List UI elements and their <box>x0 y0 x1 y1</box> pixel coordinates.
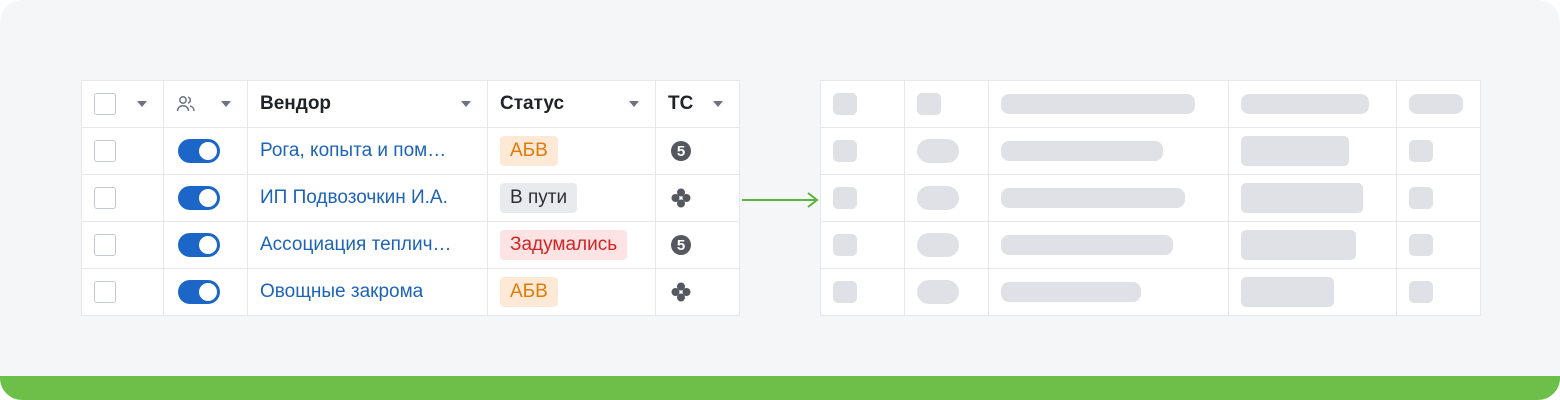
skeleton-header-row <box>820 80 1481 128</box>
vendor-table: Вендор Статус ТС Рога, копыта и пом… АБВ… <box>81 80 740 316</box>
row-toggle[interactable] <box>178 233 220 257</box>
status-badge: АБВ <box>500 277 558 307</box>
skeleton-block <box>917 186 959 210</box>
skeleton-block <box>917 139 959 163</box>
header-users-col <box>163 80 248 128</box>
skeleton-block <box>833 187 857 209</box>
skeleton-block <box>1409 234 1433 256</box>
select-all-checkbox[interactable] <box>94 93 116 115</box>
skeleton-block <box>833 140 857 162</box>
skeleton-block <box>917 280 959 304</box>
header-vendor-label: Вендор <box>260 93 332 114</box>
skeleton-row <box>820 127 1481 175</box>
table-row[interactable]: ИП Подвозочкин И.А. В пути <box>81 174 740 222</box>
skeleton-block <box>833 93 857 115</box>
svg-text:5: 5 <box>677 143 685 160</box>
skeleton-block <box>1409 140 1433 162</box>
header-vendor-col[interactable]: Вендор <box>247 80 488 128</box>
canvas-card: Вендор Статус ТС Рога, копыта и пом… АБВ… <box>0 0 1560 400</box>
status-badge: В пути <box>500 183 578 213</box>
cluster-icon <box>671 188 691 208</box>
row-checkbox[interactable] <box>94 281 116 303</box>
table-header-row: Вендор Статус ТС <box>81 80 740 128</box>
row-toggle[interactable] <box>178 139 220 163</box>
skeleton-block <box>1409 94 1463 114</box>
skeleton-block <box>1001 235 1173 255</box>
skeleton-block <box>1241 230 1356 260</box>
skeleton-block <box>1001 141 1163 161</box>
five-circle-icon: 5 <box>671 141 691 161</box>
vendor-sort-chevron-icon[interactable] <box>461 101 471 107</box>
skeleton-block <box>1001 282 1141 302</box>
vendor-link[interactable]: Овощные закрома <box>260 281 423 303</box>
skeleton-block <box>1001 94 1195 114</box>
skeleton-block <box>917 93 941 115</box>
cluster-icon <box>671 282 691 302</box>
table-row[interactable]: Рога, копыта и пом… АБВ 5 <box>81 127 740 175</box>
row-checkbox[interactable] <box>94 187 116 209</box>
skeleton-row <box>820 174 1481 222</box>
vendor-link[interactable]: ИП Подвозочкин И.А. <box>260 187 448 209</box>
skeleton-block <box>917 233 959 257</box>
skeleton-block <box>1241 277 1334 307</box>
header-status-col[interactable]: Статус <box>487 80 656 128</box>
skeleton-table <box>820 80 1481 316</box>
select-menu-chevron-icon[interactable] <box>137 101 147 107</box>
header-ts-label: ТС <box>668 93 694 114</box>
header-ts-col[interactable]: ТС <box>655 80 740 128</box>
svg-text:5: 5 <box>677 237 685 254</box>
status-badge: Задумались <box>500 230 628 260</box>
skeleton-block <box>1001 188 1185 208</box>
five-circle-icon: 5 <box>671 235 691 255</box>
right-arrow-icon <box>742 192 819 208</box>
status-sort-chevron-icon[interactable] <box>629 101 639 107</box>
ts-sort-chevron-icon[interactable] <box>713 101 723 107</box>
row-toggle[interactable] <box>178 186 220 210</box>
skeleton-block <box>1409 187 1433 209</box>
skeleton-block <box>1241 94 1369 114</box>
vendor-link[interactable]: Рога, копыта и пом… <box>260 140 446 162</box>
status-badge: АБВ <box>500 136 558 166</box>
table-row[interactable]: Овощные закрома АБВ <box>81 268 740 316</box>
row-toggle[interactable] <box>178 280 220 304</box>
header-select-col <box>81 80 164 128</box>
bottom-accent-bar <box>0 376 1560 400</box>
skeleton-block <box>1409 281 1433 303</box>
row-checkbox[interactable] <box>94 140 116 162</box>
users-filter-chevron-icon[interactable] <box>221 101 231 107</box>
header-status-label: Статус <box>500 93 565 114</box>
skeleton-block <box>1241 183 1363 213</box>
skeleton-block <box>1241 136 1349 166</box>
users-icon <box>176 96 195 112</box>
row-checkbox[interactable] <box>94 234 116 256</box>
vendor-link[interactable]: Ассоциация теплич… <box>260 234 452 256</box>
skeleton-block <box>833 281 857 303</box>
skeleton-row <box>820 268 1481 316</box>
table-row[interactable]: Ассоциация теплич… Задумались 5 <box>81 221 740 269</box>
skeleton-block <box>833 234 857 256</box>
skeleton-row <box>820 221 1481 269</box>
